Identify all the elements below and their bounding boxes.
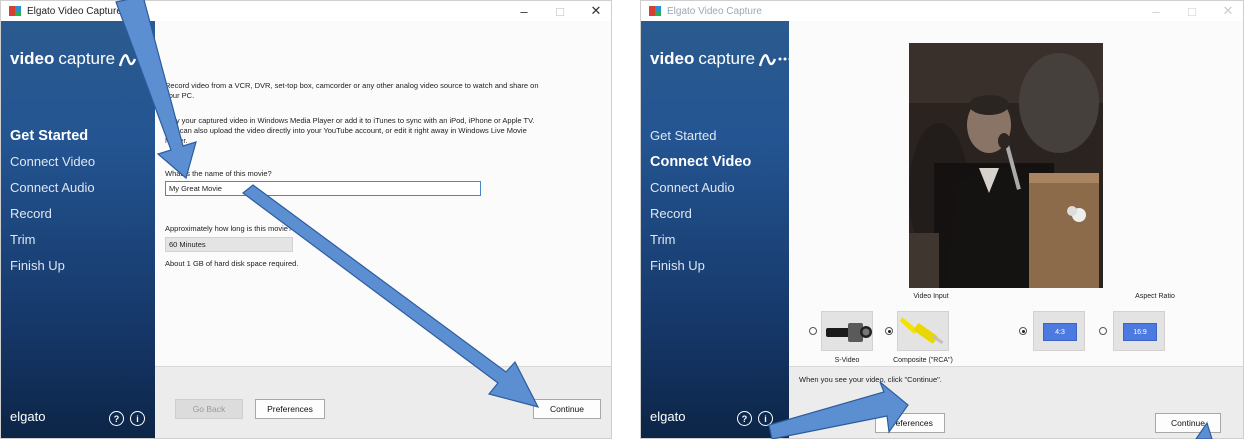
app-logo: video capture bbox=[10, 49, 153, 69]
left-titlebar: Elgato Video Capture – □ ✕ bbox=[1, 1, 611, 21]
minimize-icon[interactable]: – bbox=[1149, 4, 1163, 19]
nav-item-trim[interactable]: Trim bbox=[10, 227, 95, 253]
minimize-icon[interactable]: – bbox=[517, 4, 531, 19]
disk-space-note: About 1 GB of hard disk space required. bbox=[165, 259, 299, 268]
nav-item-connect-video[interactable]: Connect Video bbox=[650, 149, 751, 175]
continue-button[interactable]: Continue bbox=[1155, 413, 1221, 433]
composite-radio[interactable] bbox=[885, 327, 893, 335]
waveform-icon bbox=[759, 54, 792, 67]
app-icon bbox=[649, 6, 661, 16]
help-icons: ? i bbox=[109, 411, 145, 426]
sidebar: video capture Get Started Connect Video … bbox=[641, 21, 792, 438]
nav-item-record[interactable]: Record bbox=[650, 201, 751, 227]
screenshot-composite: Elgato Video Capture – □ ✕ video capture… bbox=[0, 0, 1244, 439]
logo-light: capture bbox=[58, 49, 116, 68]
help-icons: ? i bbox=[737, 411, 773, 426]
close-icon[interactable]: ✕ bbox=[1221, 3, 1235, 19]
nav-item-finish-up[interactable]: Finish Up bbox=[10, 253, 95, 279]
maximize-icon[interactable]: □ bbox=[553, 4, 567, 19]
aspect-16-9-chip: 16:9 bbox=[1123, 323, 1157, 341]
info-icon[interactable]: i bbox=[758, 411, 773, 426]
waveform-icon bbox=[119, 54, 152, 67]
video-preview bbox=[909, 43, 1103, 288]
nav-item-record[interactable]: Record bbox=[10, 201, 95, 227]
aspect-4-3-radio[interactable] bbox=[1019, 327, 1027, 335]
window-controls: – □ ✕ bbox=[517, 1, 603, 21]
right-app-window: Elgato Video Capture – □ ✕ video capture… bbox=[640, 0, 1244, 439]
brand-label: elgato bbox=[10, 409, 46, 424]
continue-button[interactable]: Continue bbox=[533, 399, 601, 419]
step-nav: Get Started Connect Video Connect Audio … bbox=[650, 123, 751, 279]
aspect-16-9-radio[interactable] bbox=[1099, 327, 1107, 335]
svideo-option[interactable] bbox=[821, 311, 873, 351]
app-icon bbox=[9, 6, 21, 16]
logo-light: capture bbox=[698, 49, 756, 68]
right-titlebar: Elgato Video Capture – □ ✕ bbox=[641, 1, 1243, 21]
connect-video-panel: Video Input Aspect Ratio S-Video Composi… bbox=[789, 21, 1243, 438]
footer-bar: Go Back Preferences Continue bbox=[155, 366, 611, 438]
aspect-16-9-option[interactable]: 16:9 bbox=[1113, 311, 1165, 351]
app-logo: video capture bbox=[650, 49, 793, 69]
info-icon[interactable]: i bbox=[130, 411, 145, 426]
nav-item-connect-audio[interactable]: Connect Audio bbox=[650, 175, 751, 201]
go-back-button[interactable]: Go Back bbox=[175, 399, 243, 419]
nav-item-get-started[interactable]: Get Started bbox=[650, 123, 751, 149]
logo-bold: video bbox=[650, 49, 695, 68]
window-title: Elgato Video Capture bbox=[27, 5, 122, 17]
window-controls: – □ ✕ bbox=[1149, 1, 1235, 21]
video-input-label: Video Input bbox=[913, 293, 949, 300]
maximize-icon[interactable]: □ bbox=[1185, 4, 1199, 19]
movie-name-input[interactable]: My Great Movie bbox=[165, 181, 481, 196]
left-app-window: Elgato Video Capture – □ ✕ video capture… bbox=[0, 0, 612, 439]
logo-bold: video bbox=[10, 49, 55, 68]
preferences-button[interactable]: Preferences bbox=[875, 413, 945, 433]
step-nav: Get Started Connect Video Connect Audio … bbox=[10, 123, 95, 279]
close-icon[interactable]: ✕ bbox=[589, 3, 603, 19]
sidebar: video capture Get Started Connect Video … bbox=[1, 21, 155, 438]
rca-connector-icon bbox=[900, 317, 944, 345]
svideo-connector-icon bbox=[826, 323, 872, 342]
nav-item-trim[interactable]: Trim bbox=[650, 227, 751, 253]
svideo-radio[interactable] bbox=[809, 327, 817, 335]
length-question: Approximately how long is this movie? bbox=[165, 224, 293, 233]
nav-item-connect-audio[interactable]: Connect Audio bbox=[10, 175, 95, 201]
preferences-button[interactable]: Preferences bbox=[255, 399, 325, 419]
aspect-ratio-label: Aspect Ratio bbox=[1135, 293, 1175, 300]
help-icon[interactable]: ? bbox=[109, 411, 124, 426]
composite-option[interactable] bbox=[897, 311, 949, 351]
intro-text-2: Play your captured video in Windows Medi… bbox=[165, 116, 535, 145]
composite-label: Composite ("RCA") bbox=[893, 357, 953, 364]
get-started-panel: Record video from a VCR, DVR, set-top bo… bbox=[155, 21, 611, 438]
aspect-4-3-option[interactable]: 4:3 bbox=[1033, 311, 1085, 351]
window-title: Elgato Video Capture bbox=[667, 5, 762, 17]
name-question: What is the name of this movie? bbox=[165, 169, 272, 178]
nav-item-finish-up[interactable]: Finish Up bbox=[650, 253, 751, 279]
brand-label: elgato bbox=[650, 409, 686, 424]
aspect-4-3-chip: 4:3 bbox=[1043, 323, 1077, 341]
nav-item-get-started[interactable]: Get Started bbox=[10, 123, 95, 149]
svideo-label: S-Video bbox=[834, 357, 860, 364]
help-icon[interactable]: ? bbox=[737, 411, 752, 426]
video-frame-image bbox=[909, 43, 1103, 288]
nav-item-connect-video[interactable]: Connect Video bbox=[10, 149, 95, 175]
footer-bar: When you see your video, click "Continue… bbox=[789, 366, 1243, 438]
intro-text-1: Record video from a VCR, DVR, set-top bo… bbox=[165, 81, 539, 100]
movie-length-select[interactable]: 60 Minutes bbox=[165, 237, 293, 252]
instruction-text: When you see your video, click "Continue… bbox=[799, 375, 942, 384]
